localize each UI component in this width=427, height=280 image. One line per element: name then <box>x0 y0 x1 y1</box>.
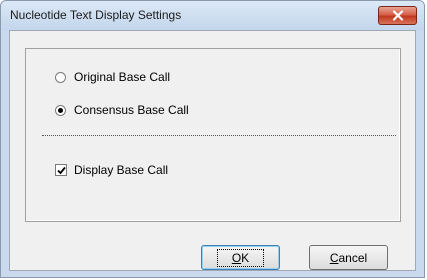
consensus-base-call-label: Consensus Base Call <box>74 103 189 117</box>
display-base-call-option[interactable]: Display Base Call <box>55 163 168 177</box>
ok-button[interactable]: OK <box>201 245 280 270</box>
dotted-separator <box>42 135 396 136</box>
consensus-base-call-radio[interactable] <box>55 104 66 116</box>
settings-group-box: Original Base Call Consensus Base Call D… <box>25 48 401 222</box>
consensus-base-call-option[interactable]: Consensus Base Call <box>55 103 189 117</box>
dialog-client-area: Original Base Call Consensus Base Call D… <box>9 30 416 271</box>
dialog-window: Nucleotide Text Display Settings Origina… <box>0 0 425 278</box>
original-base-call-option[interactable]: Original Base Call <box>55 70 170 84</box>
display-base-call-checkbox[interactable] <box>55 164 67 176</box>
close-icon <box>392 10 403 21</box>
title-bar[interactable]: Nucleotide Text Display Settings <box>1 1 424 30</box>
window-title: Nucleotide Text Display Settings <box>10 8 182 22</box>
cancel-button-label: Cancel <box>329 250 368 265</box>
checkmark-icon <box>56 166 66 174</box>
original-base-call-radio[interactable] <box>55 71 66 83</box>
original-base-call-label: Original Base Call <box>74 70 171 84</box>
close-button[interactable] <box>378 6 417 25</box>
ok-button-label: OK <box>216 248 265 267</box>
display-base-call-label: Display Base Call <box>74 163 169 177</box>
cancel-button[interactable]: Cancel <box>309 245 388 270</box>
